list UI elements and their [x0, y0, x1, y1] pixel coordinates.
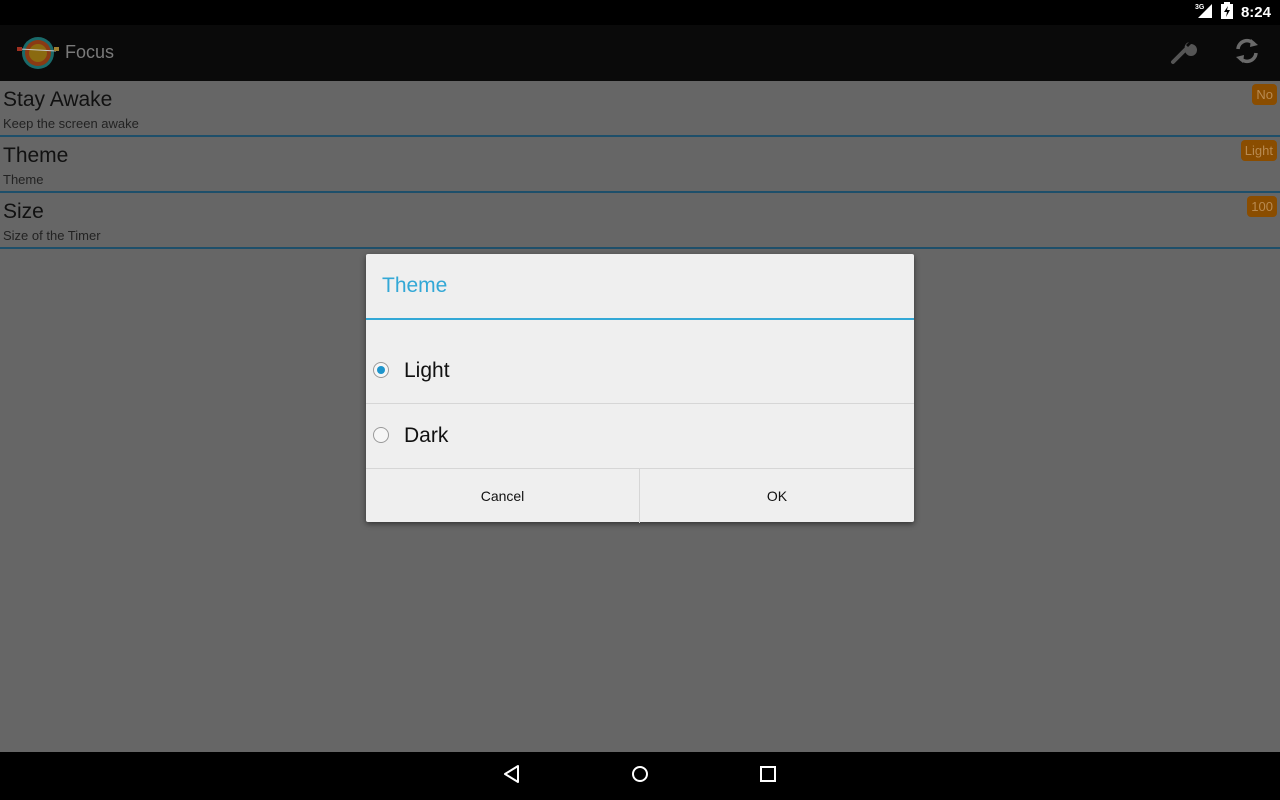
refresh-button[interactable] — [1229, 35, 1265, 71]
wrench-icon — [1169, 36, 1199, 71]
battery-charging-icon — [1220, 1, 1233, 24]
option-light[interactable]: Light — [366, 340, 914, 404]
app-target-icon[interactable] — [16, 34, 60, 72]
pref-summary: Theme — [3, 172, 44, 187]
pref-summary: Size of the Timer — [3, 228, 101, 243]
dialog-button-bar: Cancel OK — [366, 468, 914, 523]
pref-title: Size — [3, 200, 44, 223]
pref-value-badge: No — [1252, 84, 1277, 105]
pref-summary: Keep the screen awake — [3, 116, 139, 131]
pref-stay-awake[interactable]: Stay Awake Keep the screen awake No — [0, 81, 1280, 137]
radio-button-checked[interactable] — [373, 362, 389, 378]
back-icon — [502, 764, 522, 789]
recents-button[interactable] — [754, 762, 782, 790]
cancel-button[interactable]: Cancel — [366, 469, 640, 523]
action-bar: Focus — [0, 25, 1280, 81]
dialog-title-divider — [366, 318, 914, 320]
back-button[interactable] — [498, 762, 526, 790]
clock: 8:24 — [1240, 4, 1271, 21]
option-divider — [366, 403, 914, 404]
svg-text:3G: 3G — [1195, 4, 1205, 11]
dialog-title: Theme — [382, 274, 448, 297]
radio-button[interactable] — [373, 427, 389, 443]
pref-title: Theme — [3, 144, 69, 167]
pref-theme[interactable]: Theme Theme Light — [0, 137, 1280, 193]
pref-size[interactable]: Size Size of the Timer 100 — [0, 193, 1280, 249]
recents-icon — [758, 764, 778, 789]
signal-3g-icon: 3G — [1195, 2, 1213, 23]
home-button[interactable] — [626, 762, 654, 790]
navigation-bar — [0, 752, 1280, 800]
status-bar: 3G 8:24 — [0, 0, 1280, 25]
app-title: Focus — [65, 42, 115, 62]
pref-title: Stay Awake — [3, 88, 113, 111]
ok-button[interactable]: OK — [640, 469, 914, 523]
settings-button[interactable] — [1166, 35, 1202, 71]
pref-value-badge: 100 — [1247, 196, 1277, 217]
option-label: Light — [404, 359, 450, 382]
refresh-icon — [1232, 36, 1262, 71]
pref-value-badge: Light — [1240, 140, 1277, 161]
theme-dialog: Theme Light Dark Cancel OK — [366, 254, 914, 523]
option-dark[interactable]: Dark — [366, 405, 914, 469]
home-icon — [630, 764, 650, 789]
option-label: Dark — [404, 424, 449, 447]
